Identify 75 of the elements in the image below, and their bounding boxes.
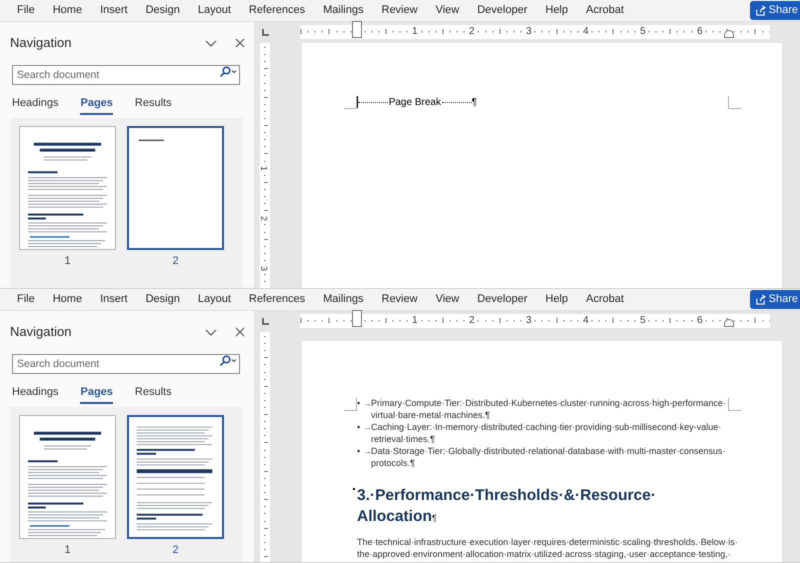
bullet-mark: • [357, 446, 362, 458]
menu-tab[interactable]: Design [146, 291, 180, 308]
menu-tab[interactable]: Mailings [323, 291, 364, 308]
menu-tab[interactable]: Home [52, 291, 82, 308]
list-item-text: Data·Storage·Tier:·Globally·distributed·relational·database·with·multi-master·consensus·protocols.¶ [371, 446, 726, 469]
ruler-number: 2 [259, 216, 268, 221]
page-thumbnail[interactable] [19, 126, 116, 250]
pane-tab[interactable]: Results [134, 93, 172, 115]
menu-tab[interactable]: Help [545, 2, 568, 19]
pane-tab[interactable]: Results [134, 382, 172, 404]
indent-marker[interactable] [724, 319, 734, 327]
page-number: 2 [172, 543, 179, 558]
close-icon[interactable] [235, 38, 245, 48]
search-icon[interactable] [219, 355, 237, 366]
menu-tab[interactable]: References [248, 2, 306, 19]
menu-tab[interactable]: View [436, 291, 460, 308]
pane-tab[interactable]: Pages [80, 382, 113, 404]
ruler-number: 3 [259, 266, 268, 271]
pane-tab[interactable]: Pages [80, 93, 113, 115]
pane-tab[interactable]: Headings [12, 382, 58, 404]
menu-tab[interactable]: Developer [477, 2, 528, 19]
bullet-mark: • [357, 398, 362, 410]
margin-corner-mark [728, 96, 741, 109]
paragraph-mark: ¶ [472, 96, 478, 110]
page-thumbnail[interactable] [127, 415, 224, 539]
pane-title: Navigation [10, 34, 72, 52]
share-button[interactable]: Share [750, 1, 800, 20]
bullet-mark: • [357, 422, 362, 434]
page-thumbnail[interactable] [19, 415, 116, 539]
page-number: 1 [64, 254, 71, 269]
pane-tab[interactable]: Headings [12, 93, 58, 115]
indent-marker[interactable] [352, 21, 362, 38]
menu-tab[interactable]: File [17, 291, 35, 308]
tab-selector-icon[interactable] [262, 28, 268, 36]
close-icon[interactable] [235, 327, 245, 337]
search-field[interactable]: Search document [12, 354, 240, 374]
ruler-number: 1 [259, 166, 268, 171]
tab-selector-icon[interactable] [262, 318, 268, 324]
search-field[interactable]: Search document [12, 65, 240, 85]
menu-tab[interactable]: Acrobat [586, 291, 624, 308]
indent-marker[interactable] [352, 310, 362, 327]
menu-tab[interactable]: Layout [198, 291, 231, 308]
page-number: 1 [64, 543, 71, 558]
share-icon [754, 294, 766, 305]
chevron-down-icon[interactable] [205, 328, 217, 336]
page-break-label: Page Break [388, 96, 442, 110]
menu-tab[interactable]: Mailings [323, 2, 364, 19]
search-icon[interactable] [219, 66, 237, 77]
menu-tab[interactable]: View [436, 2, 460, 19]
margin-corner-mark [344, 96, 357, 109]
menu-tab[interactable]: File [17, 2, 35, 19]
page-number: 2 [172, 254, 179, 269]
menu-tab[interactable]: Design [146, 2, 180, 19]
menu-tab[interactable]: Home [52, 2, 82, 19]
body-paragraph: The·technical·infrastructure·execution·layer·requires·deterministic·scaling·thresholds.·Below·is·the·approved·environment·allocation·matrix·utilized·across·staging,·user·acceptance·testing,· [357, 536, 739, 560]
margin-corner-mark [728, 398, 741, 411]
chevron-down-icon[interactable] [205, 40, 217, 46]
share-icon [754, 5, 766, 16]
menu-tab[interactable]: References [248, 291, 306, 308]
menu-tab[interactable]: Review [382, 2, 418, 19]
tab-mark: → [363, 398, 371, 410]
menu-tab[interactable]: Developer [477, 291, 528, 308]
tab-mark: → [363, 422, 371, 434]
menu-tab[interactable]: Review [382, 291, 418, 308]
menu-tab[interactable]: Acrobat [586, 2, 624, 19]
share-button[interactable]: Share [750, 290, 800, 309]
margin-corner-mark [344, 398, 357, 411]
menu-tab[interactable]: Layout [198, 2, 231, 19]
page-thumbnail[interactable] [127, 126, 224, 250]
pane-title: Navigation [10, 323, 72, 342]
menu-tab[interactable]: Help [545, 291, 568, 308]
indent-marker[interactable] [724, 30, 734, 38]
menu-tab[interactable]: Insert [100, 291, 128, 308]
menu-tab[interactable]: Insert [100, 2, 128, 19]
tab-mark: → [363, 446, 371, 458]
